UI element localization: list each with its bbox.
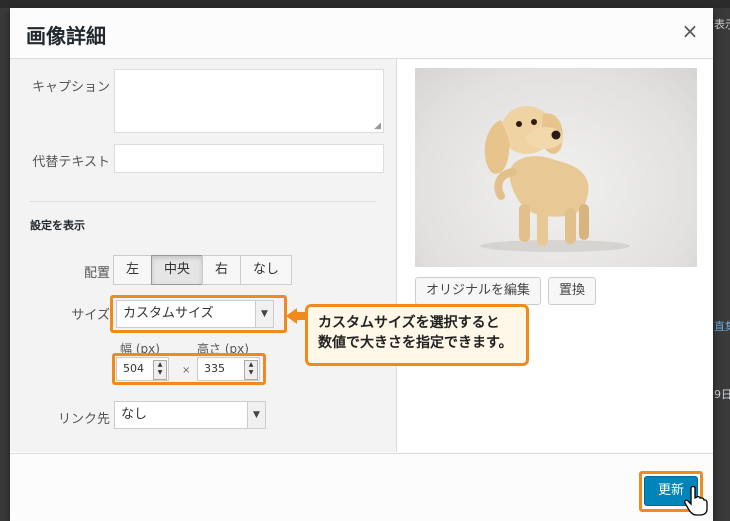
height-value: 335	[204, 362, 225, 375]
callout-note: カスタムサイズを選択すると 数値で大きさを指定できます。	[305, 304, 529, 366]
replace-button[interactable]: 置換	[548, 277, 597, 305]
chevron-down-icon: ▼	[247, 402, 265, 428]
times-symbol: ×	[182, 365, 191, 376]
hand-pointer-icon	[684, 486, 708, 516]
align-none-button[interactable]: なし	[240, 255, 293, 285]
modal-header: 画像詳細 ×	[10, 8, 713, 59]
align-button-group: 左 中央 右 なし	[113, 255, 293, 285]
size-selected-value: カスタムサイズ	[123, 306, 214, 321]
caption-textarea[interactable]: ◢	[114, 69, 384, 133]
display-settings-heading: 設定を表示	[30, 219, 85, 232]
size-select[interactable]: カスタムサイズ ▼	[116, 300, 274, 328]
size-label: サイズ	[71, 308, 110, 323]
alt-text-input[interactable]	[114, 144, 384, 173]
link-to-label: リンク先	[57, 412, 110, 427]
background-page-top	[0, 0, 730, 8]
image-preview	[415, 68, 697, 267]
callout-line-1: カスタムサイズを選択すると	[318, 315, 500, 331]
preview-column: オリジナルを編集 置換	[397, 59, 713, 452]
divider	[30, 201, 376, 202]
settings-column: キャプション ◢ 代替テキスト 設定を表示 配置 左 中央 右 なし サイズ カ…	[10, 59, 397, 452]
caption-label: キャプション	[31, 80, 110, 95]
width-input[interactable]: 504 ▲ ▼	[116, 357, 169, 381]
resize-grip-icon[interactable]: ◢	[374, 121, 381, 131]
modal-footer	[10, 453, 713, 521]
align-label: 配置	[83, 266, 110, 281]
background-link: 直集	[714, 320, 730, 333]
modal-title: 画像詳細	[26, 24, 106, 48]
background-text: 9日	[714, 388, 730, 401]
align-right-button[interactable]: 右	[202, 255, 242, 285]
callout-line-2: 数値で大きさを指定できます。	[318, 335, 513, 351]
alt-text-label: 代替テキスト	[32, 155, 110, 170]
background-text: 表示	[714, 18, 730, 31]
chevron-down-icon: ▼	[255, 301, 273, 327]
link-to-select[interactable]: なし ▼	[114, 401, 266, 429]
width-value: 504	[123, 362, 144, 375]
close-icon[interactable]: ×	[679, 20, 701, 42]
align-center-button[interactable]: 中央	[151, 255, 204, 285]
width-spinner-icon[interactable]: ▲ ▼	[153, 360, 167, 380]
height-input[interactable]: 335 ▲ ▼	[197, 357, 260, 381]
image-details-modal: 画像詳細 × キャプション ◢ 代替テキスト 設定を表示 配置 左 中央 右 な…	[10, 8, 713, 521]
dog-photo	[480, 106, 630, 252]
link-to-selected-value: なし	[121, 407, 148, 422]
align-left-button[interactable]: 左	[113, 255, 153, 285]
height-spinner-icon[interactable]: ▲ ▼	[244, 360, 258, 380]
edit-original-button[interactable]: オリジナルを編集	[415, 277, 542, 305]
